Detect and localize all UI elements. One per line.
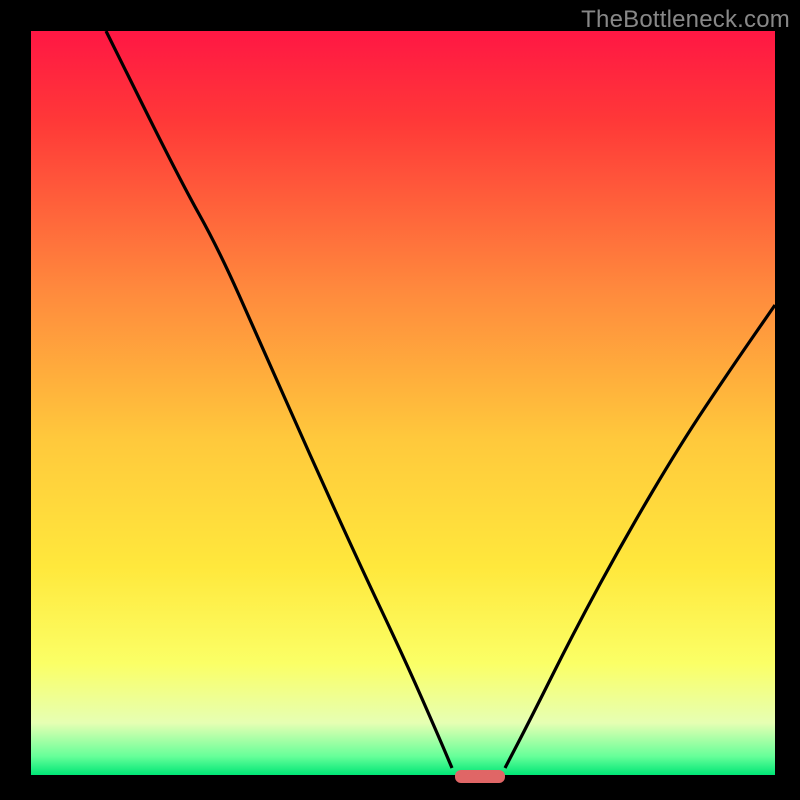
bottleneck-chart [0, 0, 800, 800]
gradient-background [31, 31, 775, 775]
optimal-marker [455, 770, 505, 783]
chart-container: TheBottleneck.com [0, 0, 800, 800]
